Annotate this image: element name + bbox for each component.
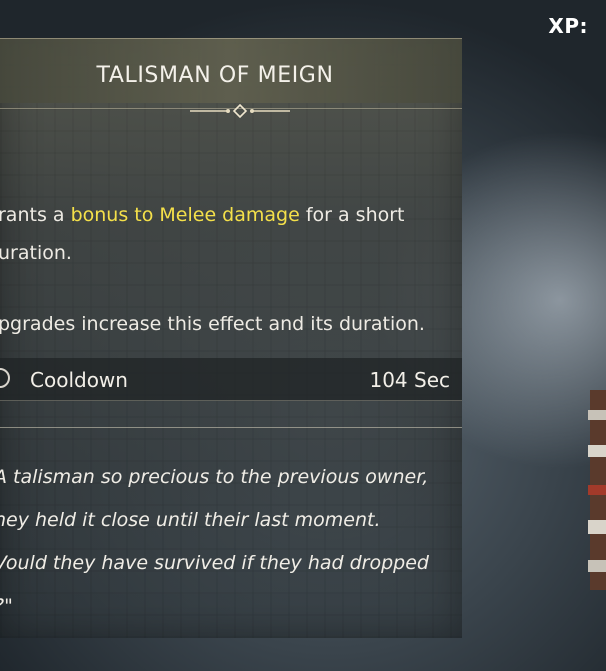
upgrade-text: pgrades increase this effect and its dur… <box>0 313 425 335</box>
lore-line: A talisman so precious to the previous o… <box>0 466 429 488</box>
description-suffix: for a short <box>299 204 405 226</box>
title-bar: TALISMAN OF MEIGN <box>0 38 462 103</box>
xp-label: XP: <box>548 14 588 38</box>
description-highlight: bonus to Melee damage <box>70 204 300 226</box>
lore-line: hey held it close until their last momen… <box>0 509 381 531</box>
cooldown-label: Cooldown <box>30 368 128 392</box>
talisman-title: TALISMAN OF MEIGN <box>96 63 334 88</box>
description-line-2: uration. <box>0 242 72 264</box>
talisman-description: rants a bonus to Melee damage for a shor… <box>0 196 448 272</box>
cooldown-stat-row: Cooldown 104 Sec <box>0 358 462 401</box>
cooldown-icon <box>0 368 10 388</box>
character-armor-edge <box>588 390 606 590</box>
lore-line: ?" <box>0 595 13 617</box>
talisman-info-panel: TALISMAN OF MEIGN rants a bonus to Melee… <box>0 38 462 638</box>
cooldown-value: 104 Sec <box>369 368 450 392</box>
lore-divider <box>0 427 462 428</box>
ornament-icon <box>190 104 290 118</box>
lore-text: A talisman so precious to the previous o… <box>0 456 454 628</box>
lore-line: Vould they have survived if they had dro… <box>0 552 429 574</box>
description-prefix: rants a <box>0 204 71 226</box>
